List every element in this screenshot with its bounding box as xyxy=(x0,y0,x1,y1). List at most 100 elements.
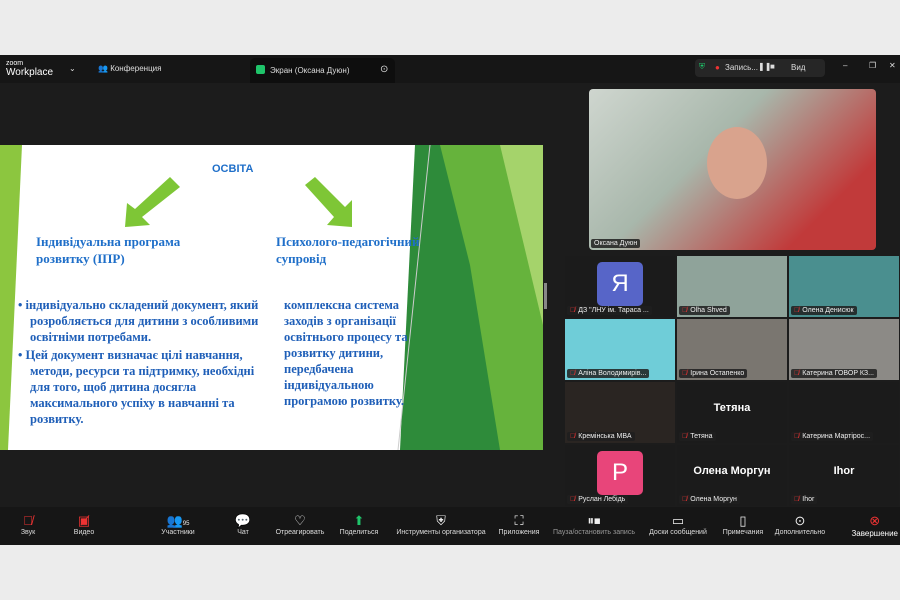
host-tools-button[interactable]: ⛨ Инструменты организатора xyxy=(396,513,485,536)
share-button[interactable]: ⬆ Поделиться xyxy=(340,513,379,536)
restore-button[interactable]: ❐ xyxy=(869,61,876,70)
mic-muted-icon: 🎙̸ xyxy=(570,496,576,503)
react-button[interactable]: ♡ Отреагировать xyxy=(276,513,325,536)
participant-name: 🎙̸ Тетяна xyxy=(679,432,716,441)
shield-icon: ⛨ xyxy=(436,513,446,528)
pause-recording-button[interactable]: ⏸⏹ Пауза/остановить запись xyxy=(553,513,635,536)
mic-muted-icon: 🎙̸ xyxy=(794,433,800,440)
arrow-left-icon xyxy=(125,177,180,227)
end-button[interactable]: ⊗ Завершение xyxy=(851,513,898,538)
participant-name-text: Olha Shved xyxy=(690,307,727,314)
participant-name: 🎙̸ Руслан Лебідь xyxy=(567,495,629,504)
participant-name-text: Катерина ГОВОР КЗ... xyxy=(802,370,874,377)
participant-name-text: Тетяна xyxy=(690,433,713,440)
participant-name-text: Ірина Остапенко xyxy=(690,370,745,377)
conference-menu[interactable]: 👥 Конференция xyxy=(98,64,161,73)
avatar: Я xyxy=(597,262,643,306)
participant-tile[interactable]: 🎙̸ Ірина Остапенко xyxy=(677,319,787,380)
more-icon[interactable]: ⊙ xyxy=(380,64,388,75)
participant-display-name: Олена Моргун xyxy=(693,465,771,477)
speaker-name-text: Оксана Дуюн xyxy=(594,240,638,247)
bullet-text: Цей документ визначає цілі навчання, мет… xyxy=(25,348,255,426)
mic-muted-icon: 🎙̸ xyxy=(794,307,800,314)
more-button[interactable]: ⊙ Дополнительно xyxy=(775,513,825,536)
more-label: Дополнительно xyxy=(774,529,826,536)
screen-tab-label: Экран (Оксана Дуюн) xyxy=(270,66,350,75)
participant-tile[interactable]: 🎙̸ Олена Денисюк xyxy=(789,256,899,317)
participant-tile[interactable]: Олена Моргун 🎙̸ Олена Моргун xyxy=(677,445,787,506)
participant-name: 🎙̸ Кремінська МВА xyxy=(567,432,635,441)
pause-recording-label: Пауза/остановить запись xyxy=(553,529,635,536)
recording-label: Запись... xyxy=(725,63,758,72)
meeting-toolbar: 🎙̸ Звук ▣̸ Видео 👥95 Участники 💬 Чат ♡ Отреаг… xyxy=(0,507,900,545)
participant-tile[interactable]: Тетяна 🎙̸ Тетяна xyxy=(677,382,787,443)
mic-muted-icon: 🎙̸ xyxy=(682,307,688,314)
heart-icon: ♡ xyxy=(294,513,306,528)
view-button[interactable]: Вид xyxy=(791,63,805,72)
whiteboards-button[interactable]: ▭ Доски сообщений xyxy=(649,513,707,536)
participant-name: 🎙̸ Olha Shved xyxy=(679,306,730,315)
left-heading: Індивідуальна програма розвитку (ІПР) xyxy=(36,234,181,266)
participant-name-text: Катерина Мартірос... xyxy=(802,433,871,440)
splitter-handle[interactable] xyxy=(544,283,547,309)
mic-muted-icon: 🎙̸ xyxy=(794,496,800,503)
recording-status: ⛨ ● Запись... ❚❚ ■ Вид xyxy=(695,59,825,77)
mic-muted-icon: 🎙̸ xyxy=(570,433,576,440)
shield-icon: ⛨ xyxy=(699,62,705,71)
whiteboard-icon: ▭ xyxy=(671,513,685,528)
apps-icon: ⛶ xyxy=(514,513,524,528)
slide-title: ОСВІТА xyxy=(212,163,254,175)
mic-muted-icon: 🎙̸ xyxy=(23,513,33,528)
participant-name-text: Олена Моргун xyxy=(690,496,737,503)
shared-slide: ОСВІТА Індивідуальна програма розвитку (… xyxy=(0,145,543,450)
end-label: Завершение xyxy=(851,529,898,538)
mic-muted-icon: 🎙̸ xyxy=(682,433,688,440)
video-button[interactable]: ▣̸ Видео xyxy=(74,513,94,536)
participant-name: 🎙̸ Катерина Мартірос... xyxy=(791,432,874,441)
title-bar: zoom Workplace ⌄ 👥 Конференция Экран (Окс… xyxy=(0,55,900,83)
more-icon: ⊙ xyxy=(794,513,806,528)
chat-icon: 💬 xyxy=(234,513,252,528)
participant-name: 🎙̸ Ihor xyxy=(791,495,818,504)
participant-name-text: Олена Денисюк xyxy=(802,307,854,314)
participant-tile[interactable]: Р 🎙̸ Руслан Лебідь xyxy=(565,445,675,506)
participant-tile[interactable]: 🎙̸ Катерина ГОВОР КЗ... xyxy=(789,319,899,380)
participant-tile[interactable]: 🎙̸ Катерина Мартірос... xyxy=(789,382,899,443)
react-label: Отреагировать xyxy=(275,529,325,536)
pause-stop-icon: ⏸⏹ xyxy=(587,513,601,528)
audio-label: Звук xyxy=(20,529,36,536)
participant-name: 🎙̸ Катерина ГОВОР КЗ... xyxy=(791,369,877,378)
logo-big: Workplace xyxy=(6,67,54,78)
participants-label: Участники xyxy=(161,529,195,536)
zoom-window: zoom Workplace ⌄ 👥 Конференция Экран (Окс… xyxy=(0,55,900,545)
camera-off-icon: ▣̸ xyxy=(77,513,91,528)
audio-button[interactable]: 🎙̸ Звук xyxy=(21,513,35,536)
apps-button[interactable]: ⛶ Приложения xyxy=(499,513,540,536)
participant-tile[interactable]: Ihor 🎙̸ Ihor xyxy=(789,445,899,506)
right-text: комплексна система заходів з організації… xyxy=(284,298,408,408)
participants-count: 95 xyxy=(182,521,190,527)
participants-button[interactable]: 👥95 Участники xyxy=(161,513,194,536)
participant-name-text: Руслан Лебідь xyxy=(578,496,626,503)
speaker-video[interactable]: Оксана Дуюн xyxy=(589,89,876,250)
notes-button[interactable]: ▯ Примечания xyxy=(723,513,763,536)
bullet: • індивідуально складений документ, який… xyxy=(18,298,259,344)
participant-tile[interactable]: 🎙̸ Olha Shved xyxy=(677,256,787,317)
close-button[interactable]: ✕ xyxy=(889,61,896,70)
chat-button[interactable]: 💬 Чат xyxy=(235,513,251,536)
screen-tab[interactable]: Экран (Оксана Дуюн) ⊙ xyxy=(250,58,395,83)
participant-name: 🎙̸ ДЗ "ЛНУ ім. Тараса ... xyxy=(567,306,652,315)
apps-label: Приложения xyxy=(498,529,540,536)
share-label: Поделиться xyxy=(339,529,379,536)
participant-tile[interactable]: Я 🎙̸ ДЗ "ЛНУ ім. Тараса ... xyxy=(565,256,675,317)
minimize-button[interactable]: – xyxy=(843,61,847,70)
participant-display-name: Ihor xyxy=(833,465,855,477)
participant-tile[interactable]: 🎙̸ Аліна Володимирів... xyxy=(565,319,675,380)
whiteboards-label: Доски сообщений xyxy=(649,529,707,536)
speaker-face xyxy=(707,127,767,199)
chevron-down-icon[interactable]: ⌄ xyxy=(69,64,76,73)
stop-icon[interactable]: ■ xyxy=(770,62,775,71)
left-bullets: • індивідуально складений документ, який… xyxy=(18,297,263,427)
participant-tile[interactable]: 🎙̸ Кремінська МВА xyxy=(565,382,675,443)
right-heading: Психолого-педагогічний супровід xyxy=(276,234,420,266)
